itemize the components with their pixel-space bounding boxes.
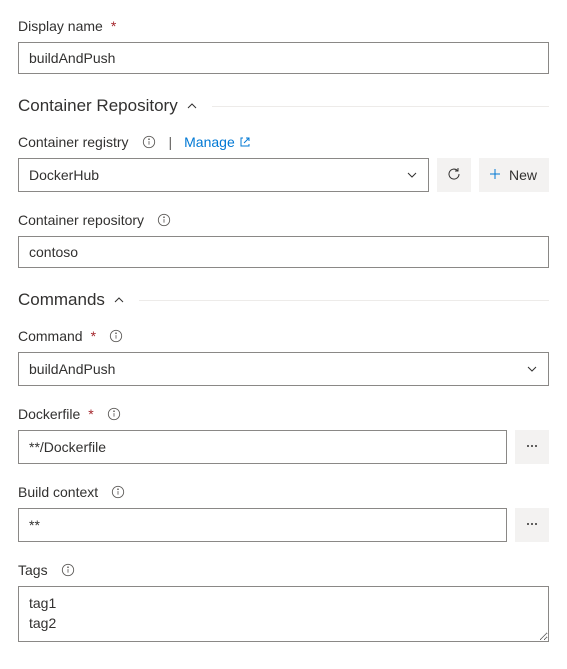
command-label-row: Command * — [18, 328, 549, 344]
display-name-label: Display name * — [18, 18, 549, 34]
build-context-field: Build context — [18, 484, 549, 542]
pipe-separator: | — [169, 134, 173, 150]
commands-section-header[interactable]: Commands — [18, 290, 549, 310]
info-icon[interactable] — [60, 562, 76, 578]
section-divider — [212, 106, 549, 107]
tags-field: Tags — [18, 562, 549, 645]
command-value: buildAndPush — [29, 361, 526, 377]
container-registry-label-row: Container registry | Manage — [18, 134, 549, 150]
display-name-input[interactable] — [18, 42, 549, 74]
display-name-label-text: Display name — [18, 18, 103, 34]
plus-icon — [487, 166, 503, 185]
container-repository-label: Container repository — [18, 212, 144, 228]
container-registry-dropdown[interactable]: DockerHub — [18, 158, 429, 192]
section-divider — [139, 300, 549, 301]
dockerfile-label: Dockerfile — [18, 406, 80, 422]
container-repository-field: Container repository — [18, 212, 549, 268]
info-icon[interactable] — [108, 328, 124, 344]
refresh-icon — [446, 166, 462, 185]
chevron-up-icon — [186, 100, 198, 112]
chevron-down-icon — [526, 363, 538, 375]
chevron-down-icon — [406, 169, 418, 181]
command-label: Command — [18, 328, 83, 344]
required-asterisk: * — [88, 406, 93, 422]
display-name-field: Display name * — [18, 18, 549, 74]
build-context-label: Build context — [18, 484, 98, 500]
required-asterisk: * — [111, 18, 116, 34]
build-context-browse-button[interactable] — [515, 508, 549, 542]
container-registry-label: Container registry — [18, 134, 129, 150]
commands-section-title: Commands — [18, 290, 105, 310]
container-repository-section-header[interactable]: Container Repository — [18, 96, 549, 116]
chevron-up-icon — [113, 294, 125, 306]
manage-link-text: Manage — [184, 134, 235, 150]
build-context-input[interactable] — [18, 508, 507, 542]
more-icon — [525, 439, 539, 456]
container-registry-field: Container registry | Manage DockerHub Ne… — [18, 134, 549, 192]
tags-label-row: Tags — [18, 562, 549, 578]
dockerfile-field: Dockerfile * — [18, 406, 549, 464]
dockerfile-browse-button[interactable] — [515, 430, 549, 464]
container-repository-section-title: Container Repository — [18, 96, 178, 116]
required-asterisk: * — [91, 328, 96, 344]
container-registry-value: DockerHub — [29, 167, 406, 183]
command-field: Command * buildAndPush — [18, 328, 549, 386]
info-icon[interactable] — [106, 406, 122, 422]
command-dropdown[interactable]: buildAndPush — [18, 352, 549, 386]
dockerfile-label-row: Dockerfile * — [18, 406, 549, 422]
external-link-icon — [239, 136, 251, 148]
tags-label: Tags — [18, 562, 48, 578]
manage-link[interactable]: Manage — [184, 134, 251, 150]
container-registry-row: DockerHub New — [18, 158, 549, 192]
container-repository-input[interactable] — [18, 236, 549, 268]
refresh-button[interactable] — [437, 158, 471, 192]
info-icon[interactable] — [156, 212, 172, 228]
info-icon[interactable] — [110, 484, 126, 500]
build-context-row — [18, 508, 549, 542]
new-button[interactable]: New — [479, 158, 549, 192]
tags-textarea[interactable] — [18, 586, 549, 642]
build-context-label-row: Build context — [18, 484, 549, 500]
dockerfile-input[interactable] — [18, 430, 507, 464]
container-repository-label-row: Container repository — [18, 212, 549, 228]
info-icon[interactable] — [141, 134, 157, 150]
dockerfile-row — [18, 430, 549, 464]
more-icon — [525, 517, 539, 534]
new-button-label: New — [509, 167, 537, 183]
